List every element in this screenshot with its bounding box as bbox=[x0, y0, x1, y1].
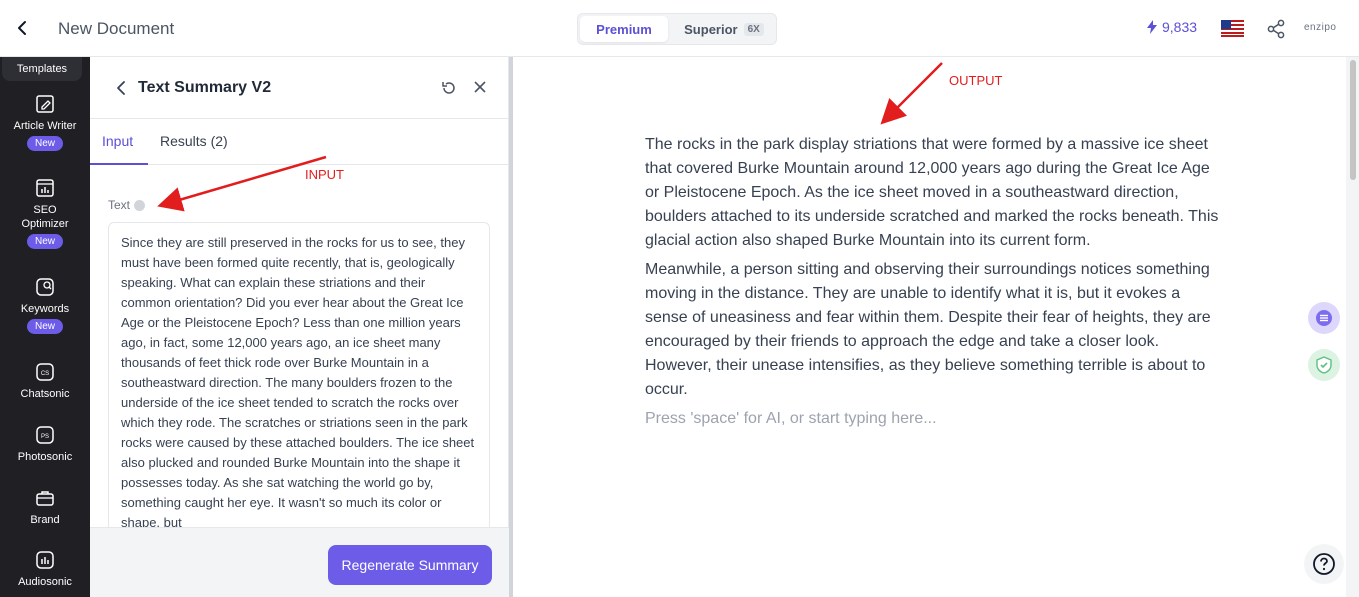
sidebar-item-label: Keywords bbox=[20, 303, 70, 315]
panel-header: Text Summary V2 bbox=[90, 57, 509, 119]
text-field-label: Text bbox=[108, 198, 146, 212]
regenerate-summary-button[interactable]: Regenerate Summary bbox=[328, 545, 492, 585]
sidebar-item-photosonic[interactable]: PS Photosonic bbox=[0, 424, 90, 464]
output-annotation-label: OUTPUT bbox=[949, 73, 1003, 88]
credits-counter[interactable]: 9,833 bbox=[1146, 19, 1197, 35]
plan-switch: Premium Superior 6X bbox=[577, 13, 777, 45]
sidebar-item-label: Article Writer bbox=[13, 120, 77, 132]
new-badge: New bbox=[26, 136, 63, 151]
sidebar-item-audiosonic[interactable]: Audiosonic bbox=[0, 549, 90, 589]
chatsonic-icon: CS bbox=[36, 363, 54, 381]
help-button[interactable] bbox=[1304, 544, 1344, 584]
briefcase-icon bbox=[36, 491, 54, 506]
tab-input[interactable]: Input bbox=[102, 133, 133, 149]
back-arrow-icon[interactable] bbox=[12, 16, 34, 40]
editor-content[interactable]: The rocks in the park display striations… bbox=[645, 133, 1225, 436]
sidebar-item-label: Brand bbox=[30, 514, 60, 526]
close-icon[interactable] bbox=[472, 79, 488, 95]
question-mark-icon bbox=[1313, 553, 1335, 575]
editor-placeholder[interactable]: Press 'space' for AI, or start typing he… bbox=[645, 407, 1225, 431]
panel-tabs: Input Results (2) bbox=[90, 119, 509, 165]
output-paragraph-2[interactable]: Meanwhile, a person sitting and observin… bbox=[645, 258, 1225, 402]
sidebar-item-label: Audiosonic bbox=[18, 576, 72, 588]
us-flag-icon[interactable] bbox=[1221, 20, 1244, 37]
lightning-icon bbox=[1147, 20, 1157, 34]
svg-text:CS: CS bbox=[41, 371, 49, 377]
output-paragraph-1[interactable]: The rocks in the park display striations… bbox=[645, 133, 1225, 253]
sidebar-item-label: SEO Optimizer bbox=[21, 204, 69, 230]
list-icon bbox=[1316, 310, 1332, 326]
sidebar-item-label: Chatsonic bbox=[20, 388, 70, 400]
left-sidebar: Templates Article Writer New SEO Optimiz… bbox=[0, 57, 90, 597]
sidebar-item-keywords[interactable]: Keywords New bbox=[0, 276, 90, 334]
plan-superior-label: Superior bbox=[684, 21, 738, 37]
scrollbar-thumb[interactable] bbox=[1350, 60, 1356, 180]
info-icon[interactable] bbox=[134, 199, 146, 211]
input-annotation-label: INPUT bbox=[305, 167, 344, 182]
sidebar-item-seo-optimizer[interactable]: SEO Optimizer New bbox=[0, 177, 90, 249]
audiosonic-icon bbox=[36, 551, 54, 569]
plan-superior-tab[interactable]: Superior 6X bbox=[674, 16, 774, 42]
sidebar-item-article-writer[interactable]: Article Writer New bbox=[0, 93, 90, 151]
chevron-left-icon[interactable] bbox=[114, 79, 128, 97]
share-icon[interactable] bbox=[1266, 19, 1286, 39]
plagiarism-check-button[interactable] bbox=[1308, 349, 1340, 381]
brand-logo[interactable]: enzipo bbox=[1304, 22, 1336, 33]
tool-panel: Text Summary V2 Input Results (2) Text S… bbox=[90, 57, 509, 597]
sidebar-item-label: Photosonic bbox=[17, 451, 73, 463]
top-bar: New Document Premium Superior 6X 9,833 e… bbox=[0, 0, 1359, 57]
active-tab-indicator bbox=[90, 163, 148, 165]
keywords-search-icon bbox=[36, 278, 54, 296]
seo-chart-icon bbox=[36, 179, 54, 197]
tab-results[interactable]: Results (2) bbox=[160, 133, 228, 149]
panel-footer: Regenerate Summary bbox=[90, 527, 509, 597]
panel-title: Text Summary V2 bbox=[138, 79, 272, 96]
sidebar-item-brand[interactable]: Brand bbox=[0, 487, 90, 527]
reset-icon[interactable] bbox=[440, 79, 458, 97]
photosonic-icon: PS bbox=[36, 426, 54, 444]
credits-value: 9,833 bbox=[1162, 19, 1198, 35]
plan-premium-tab[interactable]: Premium bbox=[580, 16, 668, 42]
sidebar-item-templates[interactable]: Templates bbox=[2, 57, 82, 81]
document-editor[interactable]: The rocks in the park display striations… bbox=[513, 57, 1346, 597]
superior-multiplier-badge: 6X bbox=[743, 22, 764, 36]
svg-text:PS: PS bbox=[41, 434, 49, 440]
sidebar-item-chatsonic[interactable]: CS Chatsonic bbox=[0, 361, 90, 401]
text-label: Text bbox=[108, 198, 131, 212]
document-title[interactable]: New Document bbox=[58, 19, 174, 39]
new-badge: New bbox=[26, 234, 63, 249]
article-edit-icon bbox=[36, 95, 54, 113]
shield-check-icon bbox=[1316, 356, 1332, 374]
text-input-area[interactable]: Since they are still preserved in the ro… bbox=[108, 222, 490, 532]
outline-list-button[interactable] bbox=[1308, 302, 1340, 334]
new-badge: New bbox=[26, 319, 63, 334]
